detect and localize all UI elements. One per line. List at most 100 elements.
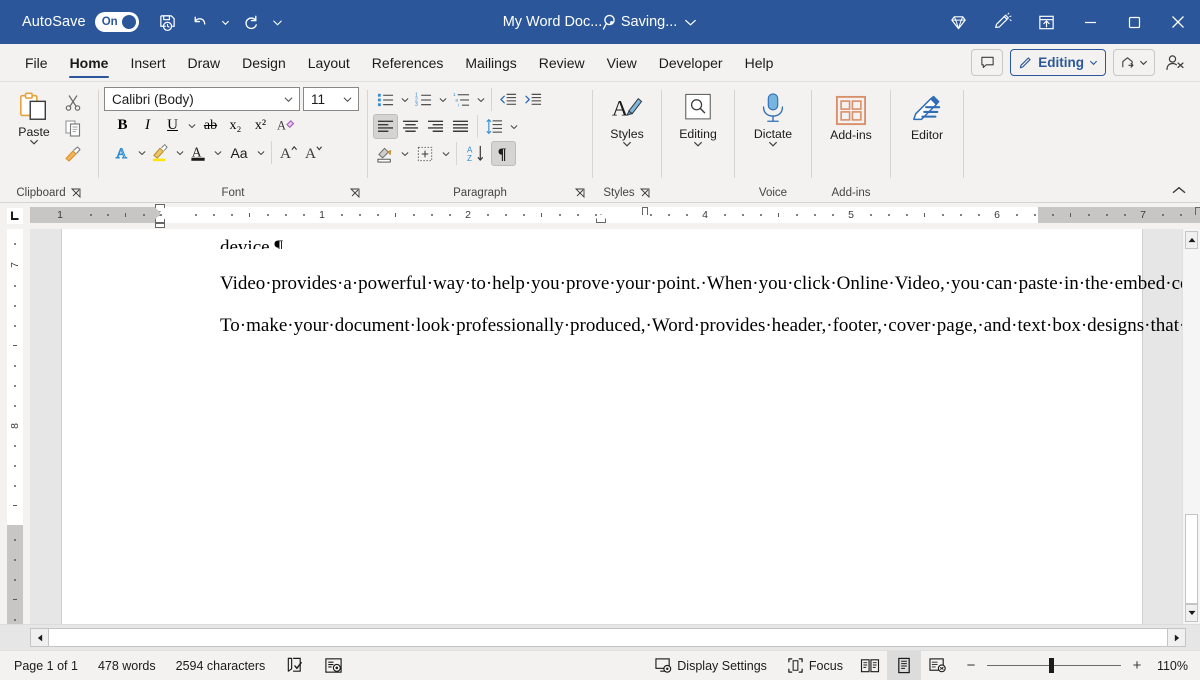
tab-design[interactable]: Design bbox=[231, 44, 297, 81]
align-right-icon[interactable] bbox=[423, 114, 448, 139]
paragraph-2[interactable]: To·make·your·document·look·professionall… bbox=[220, 313, 1200, 339]
save-icon[interactable] bbox=[153, 7, 183, 37]
tab-view[interactable]: View bbox=[596, 44, 648, 81]
tab-references[interactable]: References bbox=[361, 44, 455, 81]
clipboard-dialog-launcher[interactable] bbox=[70, 187, 82, 199]
document-title[interactable]: My Word Doc... bbox=[503, 14, 603, 30]
autosave-control[interactable]: AutoSave On bbox=[22, 12, 139, 32]
paragraph-dialog-launcher[interactable] bbox=[574, 187, 586, 199]
document-page[interactable]: device.¶ Video·provides·a·powerful·way·t… bbox=[62, 229, 1200, 624]
scroll-up-button[interactable] bbox=[1185, 231, 1198, 249]
tab-file[interactable]: File bbox=[14, 44, 59, 81]
chevron-down-icon[interactable] bbox=[622, 140, 632, 148]
zoom-out-button[interactable]: − bbox=[963, 657, 979, 674]
editing-button[interactable]: Editing bbox=[667, 87, 729, 148]
copy-icon[interactable] bbox=[60, 115, 85, 140]
close-icon[interactable] bbox=[1156, 0, 1200, 44]
subscript-button[interactable]: x₂ bbox=[223, 113, 248, 138]
chevron-down-icon[interactable] bbox=[29, 138, 39, 146]
borders-icon[interactable] bbox=[411, 141, 439, 166]
autosave-toggle[interactable]: On bbox=[94, 12, 139, 32]
underline-button[interactable]: U bbox=[160, 113, 185, 138]
scroll-left-button[interactable] bbox=[30, 628, 49, 647]
add-ins-button[interactable]: Add-ins bbox=[816, 87, 886, 142]
share-person-icon[interactable] bbox=[1162, 49, 1188, 76]
tab-mailings[interactable]: Mailings bbox=[454, 44, 527, 81]
tab-layout[interactable]: Layout bbox=[297, 44, 361, 81]
decrease-indent-icon[interactable] bbox=[496, 87, 521, 112]
chevron-down-icon[interactable] bbox=[281, 96, 296, 103]
strikethrough-button[interactable]: ab bbox=[198, 113, 223, 138]
justify-icon[interactable] bbox=[448, 114, 473, 139]
multilevel-list-icon[interactable]: 1ai bbox=[449, 87, 474, 112]
ribbon-display-options-icon[interactable] bbox=[1024, 0, 1068, 44]
tab-help[interactable]: Help bbox=[734, 44, 785, 81]
diamond-icon[interactable] bbox=[936, 0, 980, 44]
maximize-icon[interactable] bbox=[1112, 0, 1156, 44]
numbering-dropdown-icon[interactable] bbox=[436, 87, 449, 112]
tab-review[interactable]: Review bbox=[528, 44, 596, 81]
undo-dropdown-icon[interactable] bbox=[217, 7, 235, 37]
minimize-icon[interactable] bbox=[1068, 0, 1112, 44]
zoom-slider-thumb[interactable] bbox=[1048, 657, 1054, 673]
shrink-font-icon[interactable]: A bbox=[301, 140, 326, 165]
save-status-label[interactable]: Saving... bbox=[621, 14, 677, 30]
print-layout-view-icon[interactable] bbox=[886, 650, 921, 680]
accessibility-checker-icon[interactable] bbox=[314, 651, 353, 680]
tab-insert[interactable]: Insert bbox=[119, 44, 176, 81]
italic-button[interactable]: I bbox=[135, 113, 160, 138]
font-size-combobox[interactable]: 11 bbox=[303, 87, 359, 111]
increase-indent-icon[interactable] bbox=[521, 87, 546, 112]
collapse-ribbon-icon[interactable] bbox=[1168, 180, 1190, 200]
paragraph-0[interactable]: device.¶ bbox=[220, 235, 650, 249]
superscript-button[interactable]: x² bbox=[248, 113, 273, 138]
bold-button[interactable]: B bbox=[110, 113, 135, 138]
chevron-down-icon[interactable] bbox=[693, 140, 703, 148]
format-painter-icon[interactable] bbox=[60, 141, 85, 166]
word-count-status[interactable]: 478 words bbox=[88, 651, 166, 680]
numbering-icon[interactable]: 123 bbox=[411, 87, 436, 112]
paragraph-1[interactable]: Video·provides·a·powerful·way·to·help·yo… bbox=[220, 271, 1200, 297]
scroll-down-button[interactable] bbox=[1185, 604, 1198, 622]
paste-button[interactable]: Paste bbox=[8, 87, 60, 146]
clear-formatting-icon[interactable]: A bbox=[273, 113, 298, 138]
page-number-status[interactable]: Page 1 of 1 bbox=[0, 651, 88, 680]
highlight-dropdown-icon[interactable] bbox=[173, 140, 186, 165]
styles-dialog-launcher[interactable] bbox=[639, 187, 651, 199]
styles-button[interactable]: A Styles bbox=[597, 87, 657, 148]
change-case-dropdown-icon[interactable] bbox=[254, 140, 267, 165]
align-left-icon[interactable] bbox=[373, 114, 398, 139]
text-highlight-color-icon[interactable] bbox=[148, 140, 173, 165]
font-color-icon[interactable]: A bbox=[186, 140, 211, 165]
cut-icon[interactable] bbox=[60, 89, 85, 114]
title-dropdown-icon[interactable] bbox=[684, 17, 697, 27]
search-icon[interactable] bbox=[596, 7, 626, 37]
focus-mode-button[interactable]: Focus bbox=[777, 651, 853, 680]
copilot-icon[interactable] bbox=[980, 0, 1024, 44]
chevron-down-icon[interactable] bbox=[768, 140, 778, 148]
editor-button[interactable]: Editor bbox=[895, 87, 959, 142]
redo-icon[interactable] bbox=[237, 7, 267, 37]
tab-draw[interactable]: Draw bbox=[176, 44, 231, 81]
share-button[interactable] bbox=[1113, 49, 1155, 76]
horizontal-ruler[interactable]: 1 1 2 4 5 6 7 bbox=[30, 203, 1200, 229]
tab-stop-selector[interactable] bbox=[0, 203, 30, 229]
chevron-down-icon[interactable] bbox=[340, 96, 355, 103]
left-indent-marker[interactable] bbox=[155, 223, 165, 228]
proofing-errors-icon[interactable] bbox=[275, 651, 314, 680]
line-spacing-dropdown-icon[interactable] bbox=[507, 114, 520, 139]
document-text[interactable]: device.¶ Video·provides·a·powerful·way·t… bbox=[220, 235, 1200, 356]
character-count-status[interactable]: 2594 characters bbox=[166, 651, 276, 680]
read-mode-view-icon[interactable] bbox=[853, 651, 887, 680]
shading-dropdown-icon[interactable] bbox=[398, 141, 411, 166]
display-settings-button[interactable]: Display Settings bbox=[645, 651, 777, 680]
multilevel-list-dropdown-icon[interactable] bbox=[474, 87, 487, 112]
horizontal-scrollbar-track[interactable] bbox=[49, 628, 1167, 647]
document-canvas[interactable]: device.¶ Video·provides·a·powerful·way·t… bbox=[30, 229, 1200, 624]
vertical-scrollbar-thumb[interactable] bbox=[1185, 514, 1198, 604]
customize-quick-access-toolbar-icon[interactable] bbox=[269, 7, 287, 37]
font-dialog-launcher[interactable] bbox=[349, 187, 361, 199]
editing-mode-button[interactable]: Editing bbox=[1010, 49, 1106, 76]
web-layout-view-icon[interactable] bbox=[921, 651, 955, 680]
bullets-dropdown-icon[interactable] bbox=[398, 87, 411, 112]
